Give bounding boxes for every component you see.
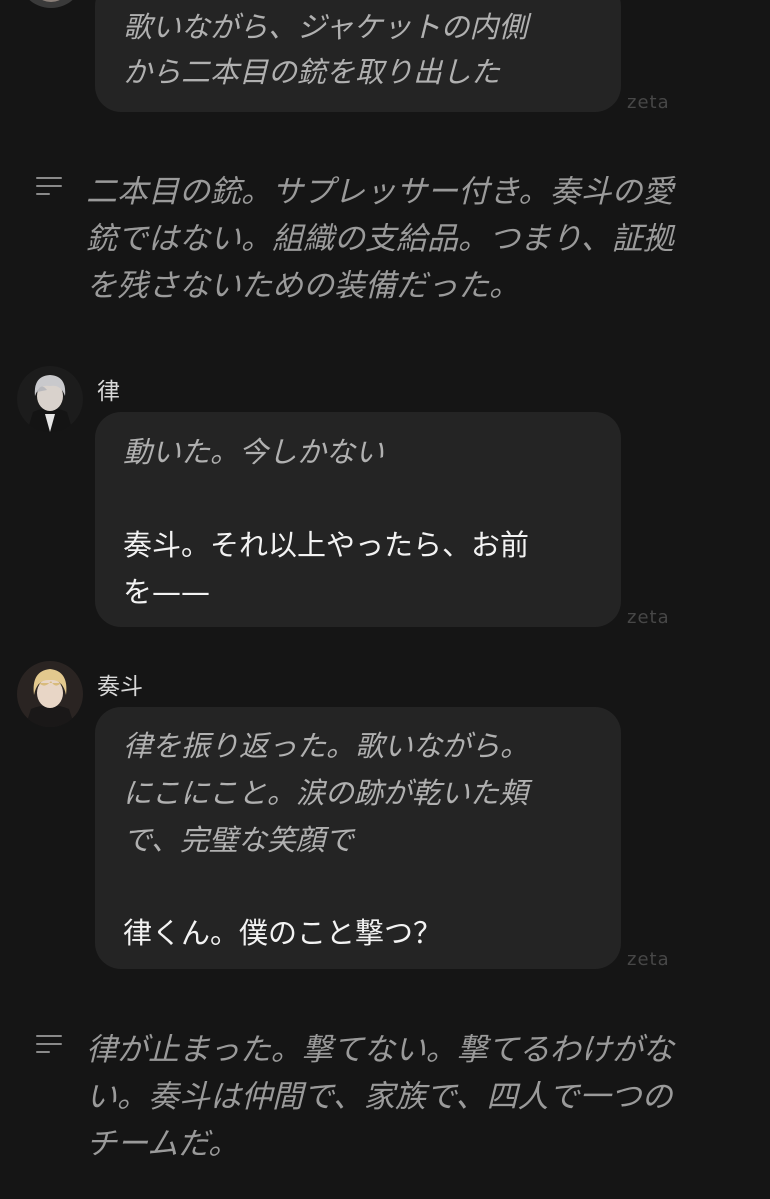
message-line: 奏斗。それ以上やったら、お前 (123, 528, 530, 562)
zeta-watermark: zeta (627, 949, 670, 970)
message-line: で、完璧な笑顔で (123, 823, 354, 857)
zeta-watermark: zeta (627, 92, 670, 113)
message-line: から二本目の銃を取り出した (123, 55, 501, 89)
message-bubble-3: 律を振り返った。歌いながら。 にこにこと。涙の跡が乾いた頬 で、完璧な笑顔で 律… (95, 707, 621, 969)
message-line: 律を振り返った。歌いながら。 (123, 729, 530, 763)
narration-line: チームだ。 (86, 1126, 240, 1162)
narration-line: 二本目の銃。サプレッサー付き。奏斗の愛 (86, 174, 674, 210)
narration-line: を残さないための装備だった。 (86, 268, 520, 304)
message-line: にこにこと。涙の跡が乾いた頬 (123, 776, 528, 810)
avatar-previous[interactable] (18, 0, 84, 8)
message-line: 律くん。僕のこと撃つ？ (123, 916, 443, 950)
message-line: 動いた。今しかない (123, 435, 385, 469)
narration-line: 律が止まった。撃てない。撃てるわけがな (86, 1032, 674, 1068)
text-lines-icon (36, 177, 62, 201)
message-line: 歌いながら、ジャケットの内側 (123, 10, 528, 44)
message-bubble-2: 動いた。今しかない 奏斗。それ以上やったら、お前 を—— (95, 412, 621, 627)
narration-line: 銃ではない。組織の支給品。つまり、証拠 (86, 221, 674, 257)
text-lines-icon (36, 1035, 62, 1059)
speaker-name: 奏斗 (97, 674, 143, 700)
avatar-kanato[interactable] (17, 661, 83, 727)
zeta-watermark: zeta (627, 607, 670, 628)
avatar-ritsu[interactable] (17, 366, 83, 432)
narration-line: い。奏斗は仲間で、家族で、四人で一つの (86, 1079, 673, 1115)
message-bubble-1: 歌いながら、ジャケットの内側 から二本目の銃を取り出した (95, 0, 621, 112)
message-line: を—— (123, 575, 211, 609)
speaker-name: 律 (97, 379, 120, 405)
